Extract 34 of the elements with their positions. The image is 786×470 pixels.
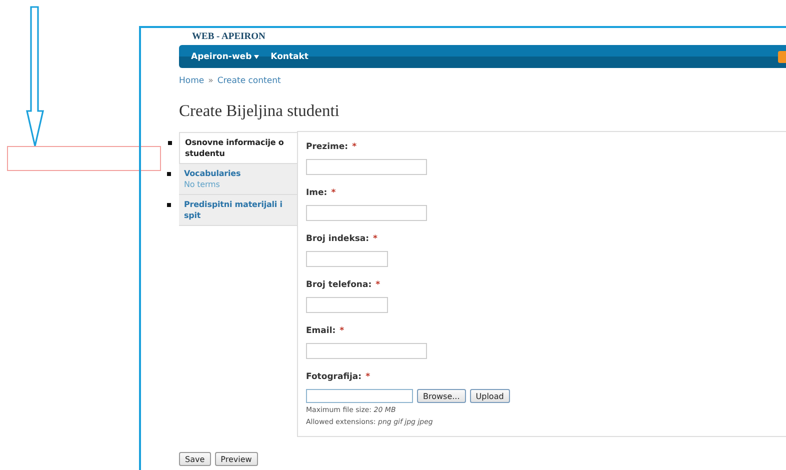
nav-link[interactable]: Apeiron-web <box>185 52 265 62</box>
field-label: Email: <box>306 326 336 338</box>
required-mark: * <box>376 280 380 292</box>
field-label: Broj indeksa: <box>306 234 370 246</box>
required-mark: * <box>340 326 344 338</box>
field-label: Prezime: <box>306 142 348 154</box>
preview-button[interactable]: Preview <box>214 452 258 466</box>
required-mark: * <box>331 188 336 200</box>
tab-summary: No terms <box>184 179 221 190</box>
nav-link[interactable]: Kontakt <box>264 52 314 62</box>
required-mark: * <box>373 234 378 246</box>
field-label: Broj telefona: <box>306 280 372 292</box>
site-name[interactable]: WEB - APEIRON <box>192 32 266 42</box>
breadcrumb-link[interactable]: Create content <box>217 76 281 88</box>
bullet-icon <box>168 141 172 145</box>
input-field[interactable] <box>306 251 388 267</box>
breadcrumb-link[interactable]: Home <box>179 76 204 88</box>
rss-icon[interactable] <box>778 50 786 62</box>
field-label: Fotografija: <box>306 372 362 384</box>
input-field[interactable] <box>306 343 427 359</box>
required-mark: * <box>352 142 357 154</box>
file-field[interactable] <box>306 389 413 403</box>
required-mark: * <box>366 372 370 384</box>
bullet-icon <box>167 172 171 176</box>
field-label: Ime: <box>306 188 328 200</box>
input-field[interactable] <box>306 205 427 221</box>
breadcrumb-separator: » <box>208 76 214 88</box>
upload-button[interactable]: Upload <box>470 389 510 403</box>
save-button[interactable]: Save <box>179 452 211 466</box>
page-title: Create Bijeljina studenti <box>179 101 340 121</box>
bullet-icon <box>167 203 171 207</box>
browse-button[interactable]: Browse... <box>417 389 466 403</box>
input-field[interactable] <box>306 159 427 175</box>
input-field[interactable] <box>306 297 388 313</box>
